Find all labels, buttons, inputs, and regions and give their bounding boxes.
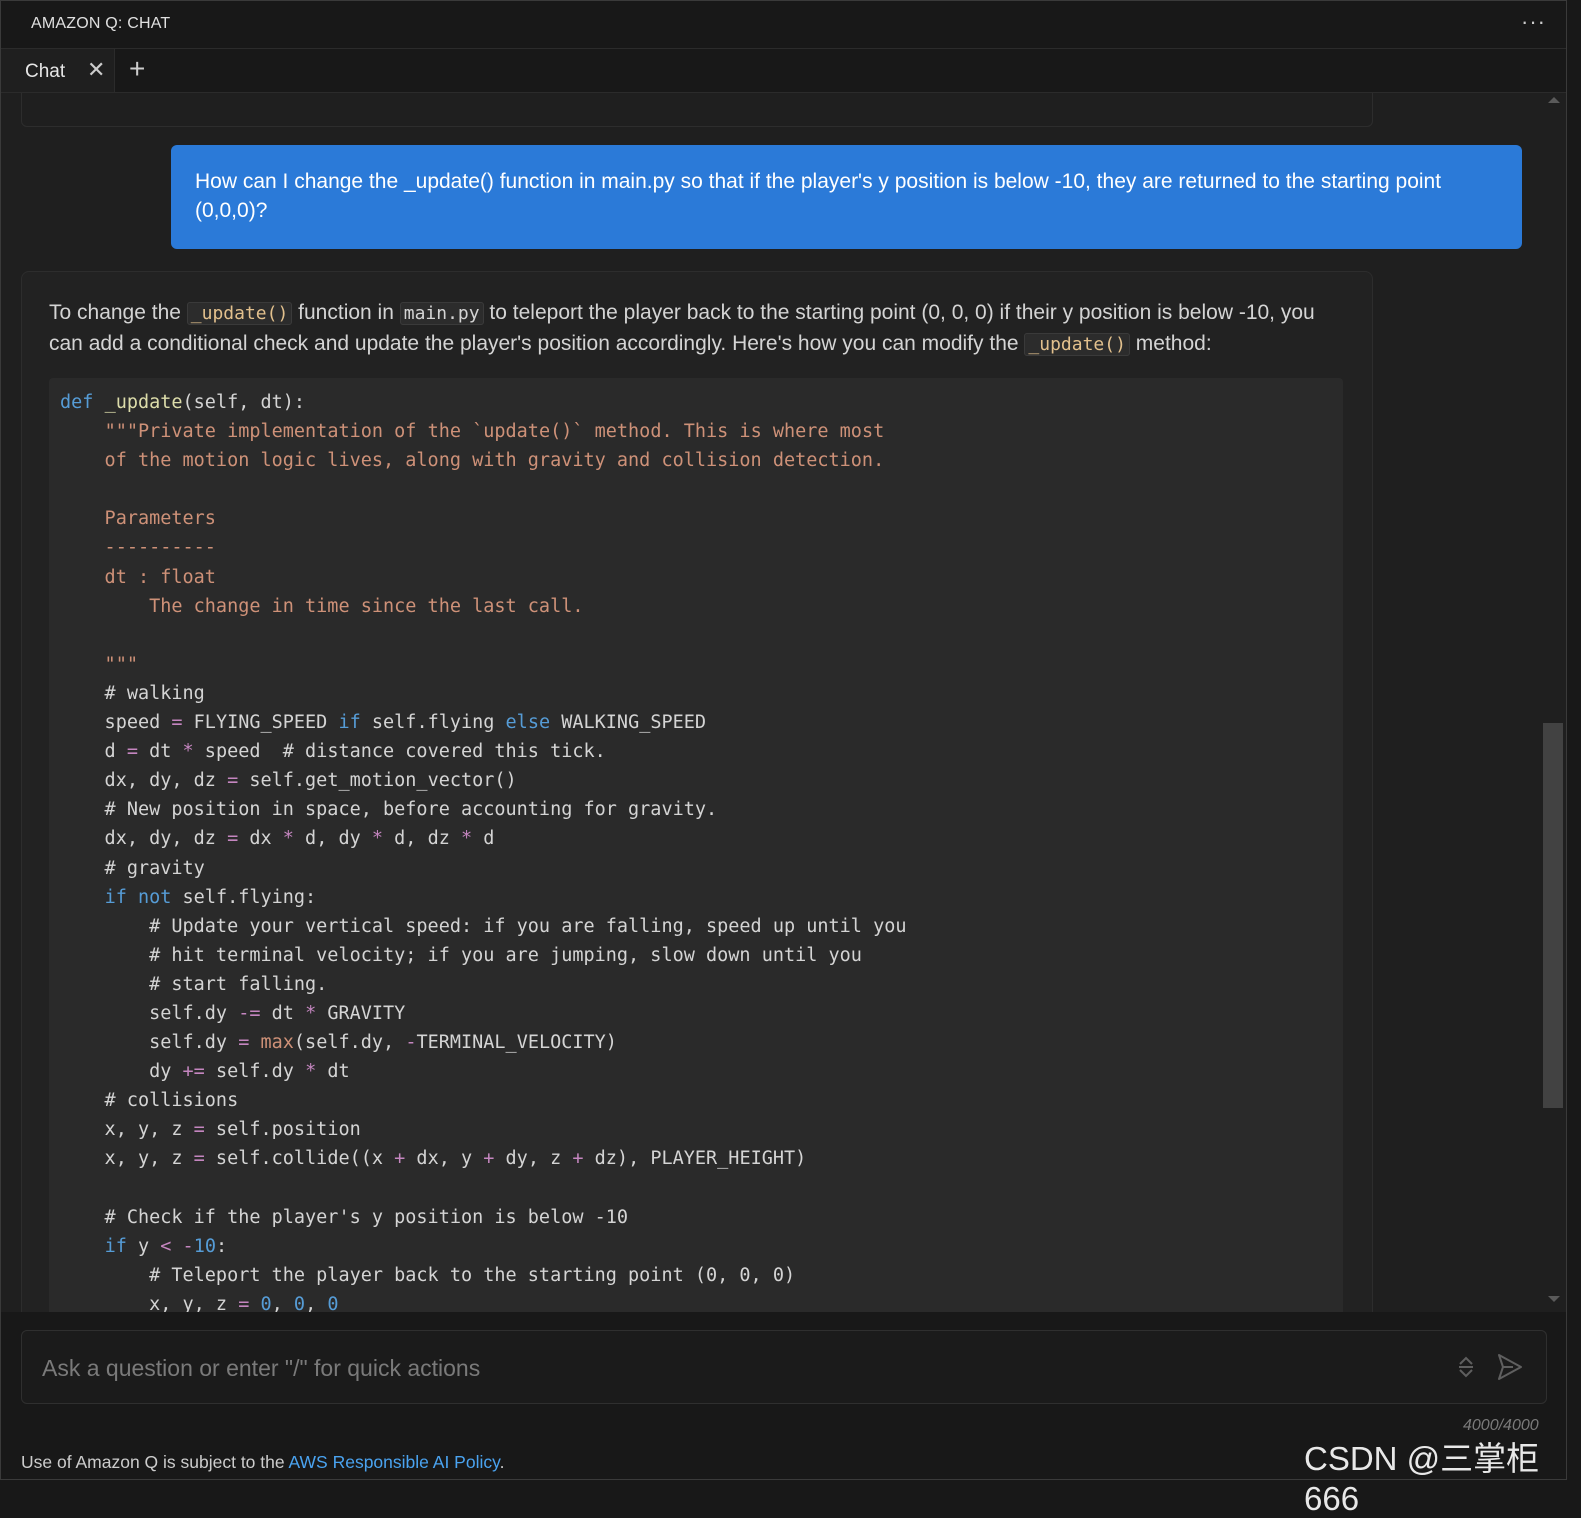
code-block[interactable]: def _update(self, dt): """Private implem… (49, 378, 1343, 1312)
policy-link[interactable]: AWS Responsible AI Policy (289, 1452, 500, 1472)
stepper-icon[interactable] (1456, 1353, 1476, 1381)
close-icon[interactable]: ✕ (87, 57, 105, 83)
tab-bar: Chat ✕ + (1, 49, 1566, 93)
intro-text: function in (292, 301, 400, 324)
inline-code: _update() (1024, 333, 1130, 356)
send-icon[interactable] (1496, 1351, 1524, 1383)
policy-text-end: . (499, 1452, 505, 1472)
chat-scroll-area[interactable]: How can I change the _update() function … (1, 93, 1566, 1312)
tab-label: Chat (25, 61, 66, 82)
policy-notice: Use of Amazon Q is subject to the AWS Re… (21, 1452, 504, 1473)
scroll-thumb[interactable] (1543, 723, 1563, 1108)
assistant-intro: To change the _update() function in main… (49, 298, 1349, 360)
intro-text: method: (1129, 332, 1212, 355)
inline-code: _update() (186, 302, 293, 325)
scrollbar[interactable] (1543, 93, 1564, 1312)
prompt-input-container (21, 1330, 1547, 1404)
tab-chat[interactable]: Chat ✕ (1, 49, 115, 92)
previous-message-card (21, 93, 1373, 127)
add-tab-button[interactable]: + (129, 53, 145, 85)
assistant-message: To change the _update() function in main… (21, 271, 1373, 1312)
scroll-down-icon[interactable] (1548, 1296, 1560, 1302)
policy-text: Use of Amazon Q is subject to the (21, 1452, 289, 1472)
watermark: CSDN @三掌柜666 (1304, 1440, 1540, 1517)
python-code: def _update(self, dt): """Private implem… (60, 392, 907, 1312)
panel-title: AMAZON Q: CHAT (31, 15, 171, 32)
scroll-up-icon[interactable] (1548, 97, 1560, 103)
more-icon[interactable]: ··· (1521, 9, 1546, 35)
inline-code: main.py (399, 302, 484, 325)
user-message: How can I change the _update() function … (171, 145, 1522, 249)
title-bar: AMAZON Q: CHAT ··· (1, 1, 1566, 49)
prompt-input[interactable] (40, 1341, 1424, 1395)
intro-text: To change the (49, 301, 187, 324)
